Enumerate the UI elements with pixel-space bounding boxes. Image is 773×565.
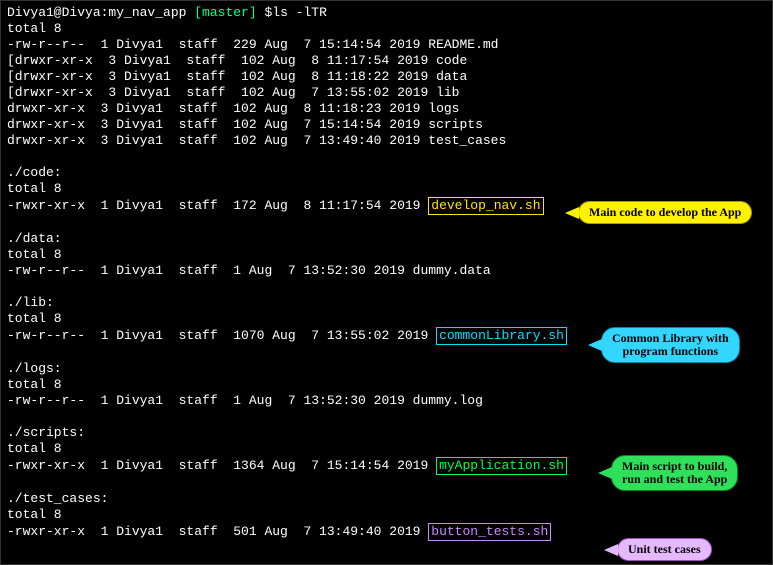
highlight-develop-nav: develop_nav.sh — [428, 197, 543, 215]
root-row: [drwxr-xr-x 3 Divya1 staff 102 Aug 8 11:… — [7, 69, 766, 85]
dir-path: ./data: — [7, 231, 766, 247]
dir-path: ./test_cases: — [7, 491, 766, 507]
blank — [7, 149, 766, 165]
highlight-button-tests: button_tests.sh — [428, 523, 551, 541]
callout-common-library: Common Library withprogram functions — [601, 327, 740, 363]
highlight-my-application: myApplication.sh — [436, 457, 567, 475]
prompt-user: Divya1@Divya:my_nav_app — [7, 5, 186, 20]
callout-unit-tests: Unit test cases — [617, 538, 712, 561]
root-total: total 8 — [7, 21, 766, 37]
dir-row: -rw-r--r-- 1 Divya1 staff 1 Aug 7 13:52:… — [7, 393, 766, 409]
root-row: -rw-r--r-- 1 Divya1 staff 229 Aug 7 15:1… — [7, 37, 766, 53]
root-row: drwxr-xr-x 3 Divya1 staff 102 Aug 7 15:1… — [7, 117, 766, 133]
file-meta: -rw-r--r-- 1 Divya1 staff 1070 Aug 7 13:… — [7, 328, 436, 343]
highlight-common-library: commonLibrary.sh — [436, 327, 567, 345]
callout-main-code: Main code to develop the App — [578, 201, 752, 224]
prompt-line: Divya1@Divya:my_nav_app [master] $ls -lT… — [7, 5, 766, 21]
dir-total: total 8 — [7, 311, 766, 327]
dir-total: total 8 — [7, 181, 766, 197]
dir-path: ./scripts: — [7, 425, 766, 441]
dir-path: ./code: — [7, 165, 766, 181]
file-meta: -rwxr-xr-x 1 Divya1 staff 1364 Aug 7 15:… — [7, 458, 436, 473]
file-meta: -rwxr-xr-x 1 Divya1 staff 172 Aug 8 11:1… — [7, 198, 428, 213]
dir-total: total 8 — [7, 247, 766, 263]
dir-row: -rw-r--r-- 1 Divya1 staff 1 Aug 7 13:52:… — [7, 263, 766, 279]
dir-total: total 8 — [7, 377, 766, 393]
root-row: drwxr-xr-x 3 Divya1 staff 102 Aug 7 13:4… — [7, 133, 766, 149]
prompt-branch: [master] — [194, 5, 256, 20]
dir-path: ./logs: — [7, 361, 766, 377]
dir-path: ./lib: — [7, 295, 766, 311]
root-row: [drwxr-xr-x 3 Divya1 staff 102 Aug 8 11:… — [7, 53, 766, 69]
root-row: [drwxr-xr-x 3 Divya1 staff 102 Aug 7 13:… — [7, 85, 766, 101]
dir-total: total 8 — [7, 507, 766, 523]
prompt-command: $ls -lTR — [264, 5, 326, 20]
blank — [7, 279, 766, 295]
file-meta: -rwxr-xr-x 1 Divya1 staff 501 Aug 7 13:4… — [7, 524, 428, 539]
callout-main-script: Main script to build,run and test the Ap… — [611, 455, 738, 491]
root-row: drwxr-xr-x 3 Divya1 staff 102 Aug 8 11:1… — [7, 101, 766, 117]
blank — [7, 409, 766, 425]
